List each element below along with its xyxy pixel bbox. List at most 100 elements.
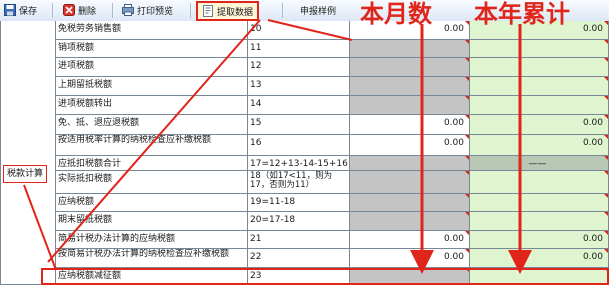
cell-flag-icon <box>604 194 608 198</box>
month-value-cell[interactable]: 0.00 <box>350 231 470 249</box>
year-value-cell[interactable] <box>470 58 609 77</box>
cell-flag-icon <box>465 194 469 198</box>
row-line-number: 19=11-18 <box>248 194 350 212</box>
cell-flag-icon <box>465 231 469 235</box>
annotation-current-month: 本月数 <box>360 0 432 28</box>
toolbar-separator <box>112 3 113 18</box>
cell-flag-icon <box>604 135 608 139</box>
month-value-cell[interactable] <box>350 212 470 231</box>
row-label: 进项税额 <box>56 58 248 77</box>
cell-flag-icon <box>465 21 469 25</box>
cell-flag-icon <box>465 96 469 100</box>
cell-flag-icon <box>465 40 469 44</box>
row-line-number: 14 <box>248 96 350 115</box>
year-value-cell[interactable]: 0.00 <box>470 135 609 156</box>
row-line-number: 15 <box>248 115 350 135</box>
month-value-cell[interactable] <box>350 40 470 58</box>
cell-flag-icon <box>465 77 469 81</box>
year-value-cell[interactable] <box>470 194 609 212</box>
year-value-cell[interactable]: 0.00 <box>470 115 609 135</box>
cell-flag-icon <box>604 96 608 100</box>
toolbar-separator <box>282 3 283 18</box>
month-value-cell[interactable] <box>350 171 470 194</box>
cell-flag-icon <box>465 249 469 253</box>
year-value-cell[interactable]: 0.00 <box>470 249 609 268</box>
delete-button[interactable]: 删除 <box>63 2 96 18</box>
cell-flag-icon <box>604 58 608 62</box>
row-line-number: 21 <box>248 231 350 249</box>
year-value-cell[interactable] <box>470 268 609 285</box>
row-label: 实际抵扣税额 <box>56 171 248 194</box>
cell-flag-icon <box>604 268 608 272</box>
delete-icon <box>63 4 75 16</box>
section-column <box>0 21 56 285</box>
row-line-number: 17=12+13-14-15+16 <box>248 156 350 171</box>
toolbar-separator <box>52 3 53 18</box>
month-value-cell[interactable] <box>350 194 470 212</box>
row-label: 按适用税率计算的纳税检查应补缴税额 <box>56 135 248 156</box>
month-value-cell[interactable] <box>350 156 470 171</box>
fetch-data-icon <box>202 5 214 17</box>
month-value-cell[interactable] <box>350 58 470 77</box>
cell-flag-icon <box>604 231 608 235</box>
cell-flag-icon <box>465 58 469 62</box>
save-button[interactable]: 保存 <box>4 2 37 18</box>
row-label: 进项税额转出 <box>56 96 248 115</box>
row-label: 应纳税额 <box>56 194 248 212</box>
year-value-cell[interactable] <box>470 77 609 96</box>
month-value-cell[interactable]: 0.00 <box>350 249 470 268</box>
cell-flag-icon <box>604 249 608 253</box>
row-line-number: 12 <box>248 58 350 77</box>
cell-flag-icon <box>465 156 469 160</box>
tax-form-grid: 免税劳务销售额 10 0.00 0.00 销项税额 11 进项税额 12 上期留抵税额 13 进项税… <box>0 21 609 285</box>
row-line-number: 23 <box>248 268 350 285</box>
sample-button[interactable]: 申报样例 <box>300 2 336 18</box>
row-label: 按简易计税办法计算的纳税检查应补缴税额 <box>56 249 248 268</box>
cell-flag-icon <box>465 115 469 119</box>
row-label: 免、抵、退应退税额 <box>56 115 248 135</box>
year-value-cell[interactable] <box>470 40 609 58</box>
year-value-cell[interactable]: 0.00 <box>470 231 609 249</box>
cell-flag-icon <box>465 171 469 175</box>
year-value-cell[interactable] <box>470 212 609 231</box>
row-line-number: 11 <box>248 40 350 58</box>
row-label: 应纳税额减征额 <box>56 268 248 285</box>
cell-flag-icon <box>604 171 608 175</box>
toolbar-separator <box>190 3 191 18</box>
save-icon <box>4 4 16 16</box>
row-line-number: 16 <box>248 135 350 156</box>
row-line-number: 13 <box>248 77 350 96</box>
print-preview-button[interactable]: 打印预览 <box>122 2 173 18</box>
cell-flag-icon <box>465 135 469 139</box>
month-value-cell[interactable] <box>350 77 470 96</box>
cell-flag-icon <box>604 156 608 160</box>
annotation-year-total: 本年累计 <box>474 0 570 28</box>
month-value-cell[interactable]: 0.00 <box>350 115 470 135</box>
cell-flag-icon <box>604 115 608 119</box>
row-line-number: 20=17-18 <box>248 212 350 231</box>
row-label: 上期留抵税额 <box>56 77 248 96</box>
year-value-cell[interactable]: —— <box>470 156 609 171</box>
cell-flag-icon <box>465 212 469 216</box>
cell-flag-icon <box>604 21 608 25</box>
row-line-number: 22 <box>248 249 350 268</box>
section-label-tax-calculation: 税款计算 <box>3 165 47 183</box>
cell-flag-icon <box>604 77 608 81</box>
month-value-cell[interactable]: 0.00 <box>350 135 470 156</box>
year-value-cell[interactable] <box>470 171 609 194</box>
month-value-cell[interactable] <box>350 268 470 285</box>
row-line-number: 10 <box>248 21 350 40</box>
fetch-data-button[interactable]: 提取数据 <box>196 1 260 21</box>
row-label: 免税劳务销售额 <box>56 21 248 40</box>
row-label: 简易计税办法计算的应纳税额 <box>56 231 248 249</box>
year-value-cell[interactable] <box>470 96 609 115</box>
cell-flag-icon <box>465 268 469 272</box>
row-line-number: 18（如17<11，则为17，否则为11） <box>248 171 350 194</box>
row-label: 应抵扣税额合计 <box>56 156 248 171</box>
row-label: 期末留抵税额 <box>56 212 248 231</box>
print-preview-icon <box>122 4 134 16</box>
cell-flag-icon <box>604 40 608 44</box>
row-label: 销项税额 <box>56 40 248 58</box>
month-value-cell[interactable] <box>350 96 470 115</box>
cell-flag-icon <box>604 212 608 216</box>
